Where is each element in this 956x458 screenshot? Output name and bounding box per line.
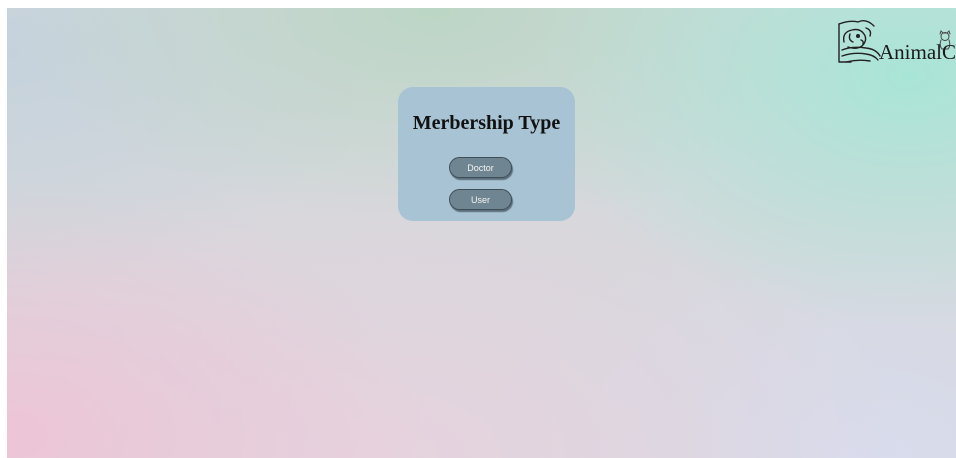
membership-type-card: Merbership Type Doctor User [398,87,575,221]
logo-text: AnimalCare [879,40,956,64]
user-button[interactable]: User [449,189,512,210]
doctor-button[interactable]: Doctor [449,157,512,178]
page-viewport: AnimalCare Merbership Type Doctor User [7,8,956,458]
membership-type-title: Merbership Type [412,112,561,134]
logo[interactable]: AnimalCare [836,16,956,70]
hand-holding-dog-icon [838,19,881,63]
